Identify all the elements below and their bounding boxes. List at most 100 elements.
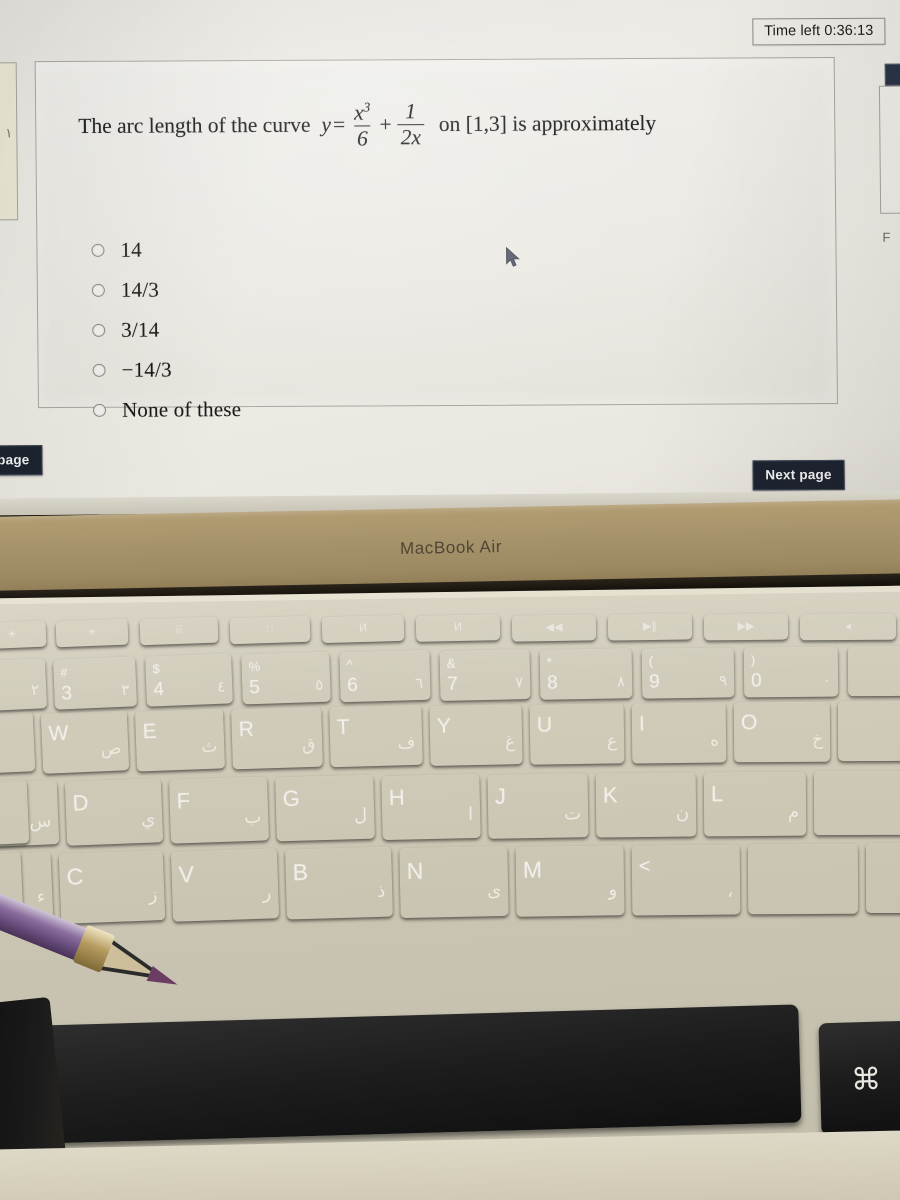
- key-latin-label: J: [494, 783, 507, 809]
- key-9[interactable]: ( 9 ٩: [642, 647, 735, 698]
- key-h[interactable]: H ا: [381, 774, 480, 840]
- key-v[interactable]: V ر: [171, 848, 279, 921]
- previous-page-button[interactable]: s page: [0, 445, 43, 476]
- key-d[interactable]: D ي: [65, 778, 163, 846]
- key-7[interactable]: & 7 ٧: [439, 649, 530, 701]
- answer-option-5[interactable]: None of these: [92, 389, 242, 430]
- radio-button-icon[interactable]: [92, 403, 107, 417]
- function-key-f4[interactable]: ∷ F4: [230, 616, 311, 645]
- launchpad-icon: ∷: [266, 622, 274, 636]
- key-2[interactable]: 2 ٢: [0, 658, 47, 711]
- key-g[interactable]: G ل: [275, 775, 375, 842]
- key-shift-label: &: [446, 655, 456, 671]
- key-j[interactable]: J ت: [487, 773, 588, 839]
- key-m[interactable]: M و: [515, 845, 624, 917]
- key-comma[interactable]: < ،: [632, 844, 741, 915]
- key-semicolon[interactable]: [814, 771, 900, 835]
- key-5[interactable]: % 5 ٥: [241, 652, 331, 705]
- key-latin-label: F: [176, 787, 191, 814]
- function-key-f1[interactable]: ☀ F1: [0, 621, 47, 650]
- brightness-up-icon: ☀: [86, 625, 98, 639]
- key-8[interactable]: * 8 ٨: [540, 648, 633, 700]
- key-arabic-label: خ: [812, 729, 824, 750]
- function-key-f5[interactable]: ⵍ F5: [322, 615, 405, 643]
- equation-plus: +: [379, 112, 392, 137]
- function-key-label: F4: [296, 632, 306, 641]
- question-lead: The arc length of the curve: [78, 112, 311, 138]
- radio-button-icon[interactable]: [92, 363, 106, 377]
- key-slash[interactable]: [866, 843, 900, 913]
- key-latin-label: B: [292, 858, 309, 886]
- key-latin-label: E: [142, 719, 158, 744]
- function-key-f8[interactable]: ▶‖ F8: [608, 613, 692, 640]
- function-key-f6[interactable]: ⵍ F6: [416, 614, 501, 642]
- key-shift-label: $: [152, 661, 161, 677]
- key-arabic-label: ه: [710, 730, 720, 751]
- function-key-label: F7: [582, 631, 592, 639]
- key-4[interactable]: $ 4 ٤: [145, 653, 233, 706]
- key-arabic-label: ن: [675, 802, 690, 824]
- command-key-right[interactable]: ⌘: [818, 1020, 900, 1136]
- radio-button-icon[interactable]: [91, 283, 105, 297]
- key-latin-label: R: [238, 717, 255, 742]
- fraction-denominator-1: 6: [353, 125, 371, 150]
- question-equation: y = x3 6 + 1 2x: [313, 99, 428, 150]
- key-latin-label: N: [406, 857, 424, 884]
- answer-option-label: 14/3: [120, 277, 160, 302]
- function-key-f2[interactable]: ☀ F2: [56, 619, 129, 648]
- key-latin-label: W: [48, 721, 69, 746]
- radio-button-icon[interactable]: [92, 323, 106, 337]
- key-o[interactable]: O خ: [734, 702, 830, 763]
- key-shift-label: ): [750, 652, 756, 668]
- function-key-label: F8: [678, 630, 688, 638]
- function-key-label: F3: [204, 633, 214, 642]
- brightness-down-icon: ☀: [6, 627, 18, 641]
- next-page-button[interactable]: Next page: [752, 459, 845, 491]
- key-arabic-label: ٣: [120, 680, 130, 699]
- key-k[interactable]: K ن: [596, 772, 697, 837]
- key-q[interactable]: [0, 711, 35, 775]
- key-s[interactable]: S س: [0, 780, 59, 848]
- key-arabic-label: ر: [262, 882, 272, 904]
- key-b[interactable]: B ذ: [285, 847, 393, 920]
- key-e[interactable]: E ث: [135, 708, 225, 771]
- key-n[interactable]: N ى: [399, 846, 508, 918]
- rewind-icon: ◀◀: [545, 620, 563, 634]
- answer-option-4[interactable]: −14/3: [92, 349, 241, 390]
- key-minus[interactable]: [848, 646, 900, 696]
- key-t[interactable]: T ف: [329, 705, 423, 767]
- function-key-f9[interactable]: ▶▶ F9: [704, 614, 788, 641]
- function-key-label: F2: [114, 635, 124, 644]
- key-y[interactable]: Y غ: [429, 704, 522, 766]
- key-l[interactable]: L م: [704, 772, 806, 837]
- answer-option-1[interactable]: 14: [91, 229, 240, 270]
- key-arabic-label: ،: [727, 880, 734, 902]
- key-latin-label: K: [602, 782, 618, 808]
- radio-button-icon[interactable]: [91, 243, 105, 257]
- key-latin-label: G: [282, 785, 301, 812]
- key-arabic-label: ٩: [718, 671, 728, 690]
- key-latin-label: M: [522, 856, 543, 883]
- quiz-side-panel-tab[interactable]: [884, 63, 900, 86]
- quiz-navigation-panel-left[interactable]: ١: [0, 62, 19, 221]
- key-w[interactable]: W ص: [41, 710, 129, 774]
- key-u[interactable]: U ع: [530, 703, 625, 764]
- fraction-denominator-2: 2x: [397, 123, 425, 149]
- function-key-f10[interactable]: ◂ F10: [800, 614, 896, 641]
- key-6[interactable]: ^ 6 ٦: [339, 650, 430, 702]
- key-period[interactable]: [748, 844, 858, 915]
- answer-option-label: −14/3: [121, 356, 172, 382]
- function-key-f7[interactable]: ◀◀ F7: [512, 614, 596, 641]
- answer-option-3[interactable]: 3/14: [92, 309, 241, 350]
- key-r[interactable]: R ق: [231, 707, 323, 770]
- quiz-side-panel-right[interactable]: [878, 85, 900, 214]
- key-i[interactable]: I ه: [632, 702, 727, 763]
- key-arabic-label: ٠: [822, 670, 832, 689]
- key-0[interactable]: ) 0 ٠: [744, 647, 838, 698]
- answer-option-2[interactable]: 14/3: [91, 269, 241, 310]
- key-arabic-label: ت: [564, 803, 582, 825]
- key-p[interactable]: [838, 701, 900, 761]
- key-f[interactable]: F ب: [169, 776, 269, 843]
- key-3[interactable]: # 3 ٣: [53, 656, 137, 709]
- function-key-f3[interactable]: ⌸ F3: [140, 617, 219, 646]
